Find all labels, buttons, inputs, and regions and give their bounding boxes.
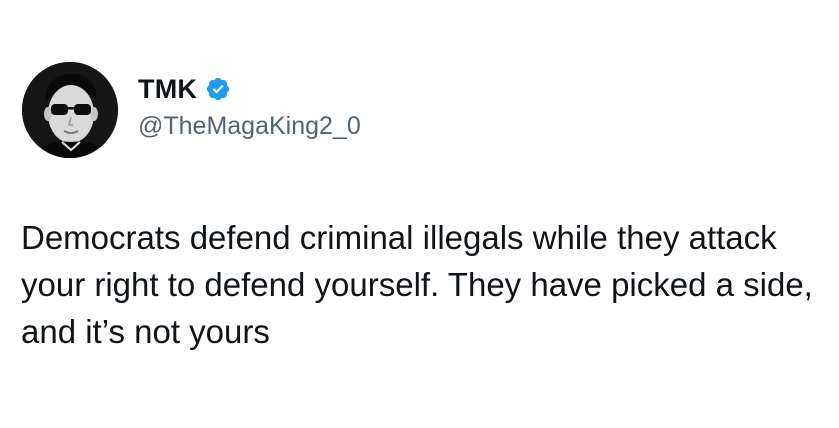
verified-badge-icon — [205, 76, 231, 102]
user-handle[interactable]: @TheMagaKing2_0 — [138, 112, 361, 141]
author-name-row[interactable]: TMK — [138, 72, 231, 106]
display-name[interactable]: TMK — [138, 74, 197, 105]
tweet-card: TMK @TheMagaKing2_0 Democrats defend cri… — [0, 0, 839, 428]
avatar[interactable] — [22, 62, 118, 158]
tweet-text: Democrats defend criminal illegals while… — [21, 219, 813, 350]
avatar-image — [22, 62, 118, 158]
